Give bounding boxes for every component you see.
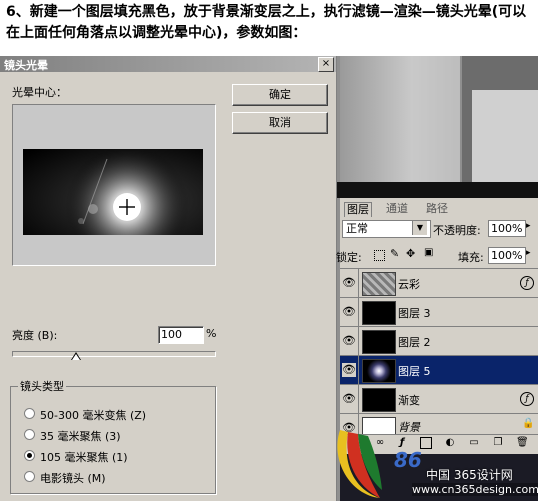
- flare-preview-image: [23, 149, 203, 235]
- canvas-dark-bar: [336, 182, 538, 198]
- layer-name: 云彩: [398, 278, 420, 291]
- canvas-gradient-area: [340, 56, 460, 196]
- chevron-down-icon[interactable]: ▼: [412, 221, 427, 235]
- layer-row-layer5[interactable]: 👁 图层 5: [340, 355, 538, 384]
- lens-option-label: 50-300 毫米变焦 (Z): [40, 409, 147, 422]
- row-separator: [358, 356, 359, 384]
- lock-all-icon[interactable]: ▣: [424, 247, 433, 258]
- flare-preview[interactable]: [23, 149, 203, 235]
- layer-name: 图层 2: [398, 336, 431, 349]
- layer-name: 渐变: [398, 394, 420, 407]
- lock-label: 锁定:: [336, 251, 362, 264]
- row-separator: [358, 298, 359, 326]
- eye-icon[interactable]: 👁: [342, 363, 356, 377]
- watermark-logo-text: 86: [394, 448, 422, 472]
- dialog-titlebar[interactable]: 镜头光晕 ×: [0, 56, 336, 72]
- brightness-input[interactable]: 100: [158, 326, 204, 344]
- lock-move-icon[interactable]: ✥: [406, 247, 415, 260]
- watermark-logo: [337, 430, 382, 498]
- lock-icon: 🔒: [522, 418, 535, 429]
- new-group-icon[interactable]: ▭: [468, 437, 480, 449]
- layer-thumbnail: [362, 330, 396, 354]
- row-separator: [358, 327, 359, 355]
- layer-thumbnail: [362, 388, 396, 412]
- brightness-slider-thumb-inner: [72, 354, 80, 360]
- fill-input[interactable]: 100%: [488, 247, 526, 264]
- eye-icon[interactable]: 👁: [342, 334, 356, 348]
- opacity-arrow-icon[interactable]: ▸: [526, 221, 531, 231]
- watermark-site: 中国 365设计网: [426, 468, 513, 482]
- watermark-url: www.cn365design.com: [412, 483, 538, 496]
- layer-effects-icon[interactable]: ƒ: [520, 276, 534, 290]
- layer-name: 背景: [398, 421, 420, 434]
- layer-name: 图层 5: [398, 365, 431, 378]
- tab-layers[interactable]: 图层: [344, 202, 372, 217]
- lens-flare-dialog: 镜头光晕 × 光晕中心： 确定 取消 亮度 (B): 100 % 镜头类型 50…: [0, 56, 337, 501]
- layer-name: 图层 3: [398, 307, 431, 320]
- trash-icon[interactable]: 🗑: [516, 437, 529, 449]
- tab-channels[interactable]: 通道: [384, 202, 410, 216]
- eye-icon[interactable]: 👁: [342, 305, 356, 319]
- layer-thumbnail: [362, 272, 396, 296]
- lens-option-label: 电影镜头 (M): [40, 472, 106, 485]
- layer-thumbnail: [362, 359, 396, 383]
- brightness-slider-track[interactable]: [12, 351, 216, 357]
- row-separator: [358, 269, 359, 297]
- opacity-label: 不透明度:: [433, 224, 481, 237]
- ok-button[interactable]: 确定: [232, 84, 328, 106]
- eye-icon[interactable]: 👁: [342, 276, 356, 290]
- radio-35mm[interactable]: [24, 429, 35, 440]
- radio-105mm[interactable]: [24, 450, 35, 461]
- lens-option-label: 105 毫米聚焦 (1): [40, 451, 128, 464]
- radio-selected-dot: [27, 453, 32, 458]
- tab-paths[interactable]: 路径: [424, 202, 450, 216]
- layer-row-clouds[interactable]: 👁 云彩 ƒ: [340, 268, 538, 297]
- layer-row-layer3[interactable]: 👁 图层 3: [340, 297, 538, 326]
- radio-zoom[interactable]: [24, 408, 35, 419]
- lock-transparency-icon[interactable]: [374, 250, 385, 261]
- instruction-text: 6、新建一个图层填充黑色，放于背景渐变层之上，执行滤镜—渲染—镜头光晕(可以在上…: [6, 4, 527, 41]
- fill-arrow-icon[interactable]: ▸: [526, 248, 531, 258]
- dialog-title: 镜头光晕: [4, 59, 48, 72]
- lens-type-group-title: 镜头类型: [18, 378, 66, 394]
- lock-paint-icon[interactable]: ✎: [390, 247, 399, 260]
- layer-effects-icon[interactable]: ƒ: [520, 392, 534, 406]
- percent-sign: %: [206, 327, 217, 340]
- radio-movie[interactable]: [24, 471, 35, 482]
- preview-frame: [12, 104, 216, 266]
- flare-center-label: 光晕中心：: [12, 86, 67, 99]
- opacity-input[interactable]: 100%: [488, 220, 526, 237]
- layer-row-layer2[interactable]: 👁 图层 2: [340, 326, 538, 355]
- eye-icon[interactable]: 👁: [342, 392, 356, 406]
- new-layer-icon[interactable]: ❐: [492, 437, 504, 449]
- layer-row-gradient[interactable]: 👁 渐变 ƒ: [340, 384, 538, 413]
- fill-label: 填充:: [458, 251, 484, 264]
- row-separator: [358, 385, 359, 413]
- lens-option-label: 35 毫米聚焦 (3): [40, 430, 121, 443]
- cancel-button[interactable]: 取消: [232, 112, 328, 134]
- canvas-light-area: [472, 90, 538, 196]
- close-button[interactable]: ×: [318, 57, 334, 72]
- adjustment-layer-icon[interactable]: ◐: [444, 437, 456, 449]
- brightness-label: 亮度 (B):: [12, 329, 58, 342]
- layer-thumbnail: [362, 301, 396, 325]
